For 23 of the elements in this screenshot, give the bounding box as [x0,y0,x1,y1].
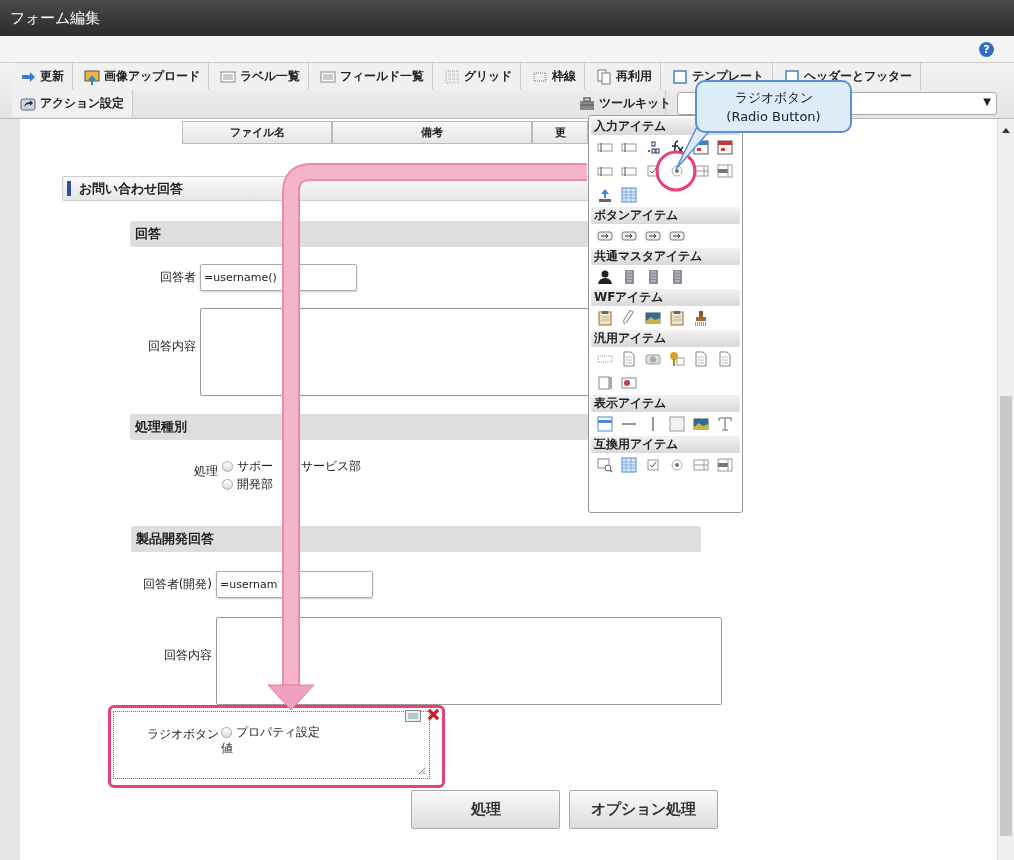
value-label: 値 [221,740,234,757]
callout-text: ラジオボタン [734,88,813,107]
radio-label: サポー [237,457,273,475]
panel-section-header: WFアイテム [591,289,740,306]
radio-label: サービス部 [301,457,361,475]
panel-section-header: ボタンアイテム [591,207,740,224]
group-header: 製品開発回答 [131,526,701,552]
window-title: フォーム編集 [10,8,100,28]
field-label: ラジオボタン [146,726,220,743]
field-label: 回答者(開発) [141,576,213,593]
field-label: 回答内容 [163,647,213,664]
panel-section-header: 互換用アイテム [591,436,740,453]
column-header: 更 [532,121,588,144]
radio-label: プロパティ設定 [236,723,320,741]
column-header: ファイル名 [182,121,332,144]
radio-label: 開発部 [237,475,273,493]
panel-section-header: 汎用アイテム [591,330,740,347]
column-header: 備考 [332,121,532,144]
panel-section-header: 共通マスタアイテム [591,248,740,265]
field-label: 回答内容 [147,338,197,355]
field-label: 回答者 [159,269,197,286]
field-label: 処理 [193,463,219,480]
panel-section-header: 表示アイテム [591,395,740,412]
